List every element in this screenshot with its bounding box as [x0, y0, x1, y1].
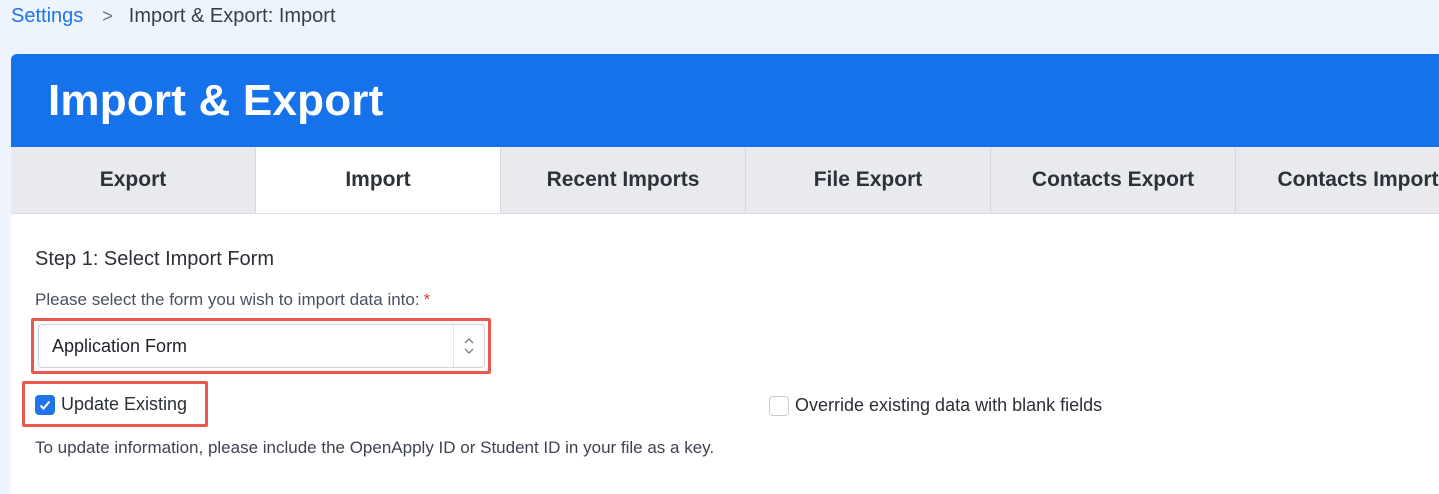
up-down-arrows-icon	[453, 325, 484, 367]
override-blank-option[interactable]: Override existing data with blank fields	[769, 395, 1102, 416]
override-blank-label: Override existing data with blank fields	[795, 395, 1103, 415]
import-form-select[interactable]: Application Form	[38, 324, 485, 368]
import-form-select-value: Application Form	[52, 335, 188, 356]
tab-export[interactable]: Export	[11, 147, 256, 213]
breadcrumb: Settings > Import & Export: Import	[11, 4, 336, 28]
override-blank-checkbox[interactable]	[769, 395, 789, 416]
breadcrumb-settings-link[interactable]: Settings	[11, 5, 83, 28]
chevron-right-icon: >	[102, 5, 113, 26]
tab-contacts-export[interactable]: Contacts Export	[991, 147, 1236, 213]
breadcrumb-current: Import & Export: Import	[128, 4, 336, 27]
page-title: Import & Export	[48, 75, 384, 125]
checkmark-icon	[39, 400, 51, 410]
tab-import[interactable]: Import	[256, 147, 501, 213]
update-existing-option[interactable]: Update Existing	[35, 394, 187, 415]
update-existing-label: Update Existing	[61, 394, 188, 414]
update-existing-checkbox[interactable]	[35, 394, 55, 415]
tab-bar: Export Import Recent Imports File Export…	[11, 147, 1439, 214]
tab-recent-imports[interactable]: Recent Imports	[501, 147, 746, 213]
import-export-card: Import & Export Export Import Recent Imp…	[11, 54, 1439, 494]
step-title: Step 1: Select Import Form	[35, 248, 274, 270]
required-marker: *	[423, 290, 431, 309]
form-select-label-text: Please select the form you wish to impor…	[35, 290, 420, 309]
page-header-banner: Import & Export	[11, 54, 1439, 147]
tab-contacts-import[interactable]: Contacts Import	[1236, 147, 1439, 213]
update-hint-text: To update information, please include th…	[35, 438, 715, 457]
tab-file-export[interactable]: File Export	[746, 147, 991, 213]
form-select-label: Please select the form you wish to impor…	[35, 290, 430, 310]
